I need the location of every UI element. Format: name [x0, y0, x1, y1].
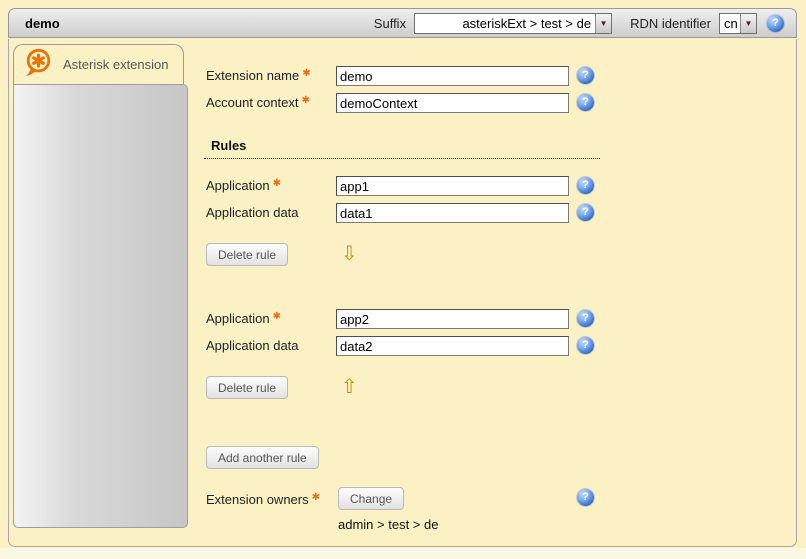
help-icon[interactable]: ?: [577, 94, 594, 111]
move-up-icon[interactable]: ⇧: [341, 376, 358, 396]
extension-owners-value: admin > test > de: [338, 517, 438, 532]
extension-name-input[interactable]: [336, 66, 569, 86]
tab-asterisk-extension[interactable]: Asterisk extension: [13, 44, 184, 84]
delete-rule-button[interactable]: Delete rule: [206, 243, 288, 266]
page-title: demo: [25, 16, 60, 31]
application-input[interactable]: [336, 176, 569, 196]
extension-owners-label: Extension owners✱: [206, 492, 320, 507]
title-bar-controls: Suffix asteriskExt > test > de ▼ RDN ide…: [374, 13, 784, 34]
change-owners-button[interactable]: Change: [338, 487, 404, 510]
application-label: Application✱: [206, 311, 281, 326]
help-icon[interactable]: ?: [577, 67, 594, 84]
extension-name-label: Extension name✱: [206, 68, 311, 83]
chevron-down-icon[interactable]: ▼: [595, 14, 611, 33]
help-icon[interactable]: ?: [577, 310, 594, 327]
delete-rule-button[interactable]: Delete rule: [206, 376, 288, 399]
required-marker-icon: ✱: [273, 178, 281, 189]
help-icon[interactable]: ?: [577, 177, 594, 194]
account-context-label: Account context✱: [206, 95, 310, 110]
tab-label: Asterisk extension: [63, 57, 169, 72]
account-context-label-text: Account context: [206, 95, 299, 110]
required-marker-icon: ✱: [273, 311, 281, 322]
help-icon[interactable]: ?: [577, 489, 594, 506]
add-another-rule-button[interactable]: Add another rule: [206, 446, 319, 469]
extension-owners-label-text: Extension owners: [206, 492, 309, 507]
title-bar: demo Suffix asteriskExt > test > de ▼ RD…: [8, 8, 797, 38]
page-bottom-margin: [0, 548, 806, 559]
required-marker-icon: ✱: [302, 68, 310, 79]
account-context-input[interactable]: [336, 93, 569, 113]
help-icon[interactable]: ?: [577, 337, 594, 354]
application-data-label: Application data: [206, 205, 299, 220]
rdn-identifier-select[interactable]: cn ▼: [719, 13, 757, 34]
application-data-input[interactable]: [336, 203, 569, 223]
application-data-label: Application data: [206, 338, 299, 353]
sidebar-panel: [13, 84, 188, 528]
extension-name-label-text: Extension name: [206, 68, 299, 83]
move-down-icon[interactable]: ⇩: [341, 243, 358, 263]
suffix-select-value: asteriskExt > test > de: [415, 16, 595, 31]
application-label-text: Application: [206, 178, 270, 193]
asterisk-logo-icon: [23, 47, 53, 82]
chevron-down-icon[interactable]: ▼: [740, 14, 756, 33]
application-data-input[interactable]: [336, 336, 569, 356]
rdn-identifier-label: RDN identifier: [630, 16, 711, 31]
account-edit-panel: Asterisk extension Extension name✱ ? Acc…: [8, 39, 797, 547]
help-icon[interactable]: ?: [767, 15, 784, 32]
application-input[interactable]: [336, 309, 569, 329]
help-icon[interactable]: ?: [577, 204, 594, 221]
required-marker-icon: ✱: [312, 492, 320, 503]
rules-section-heading: Rules: [204, 138, 600, 159]
suffix-label: Suffix: [374, 16, 406, 31]
application-label-text: Application: [206, 311, 270, 326]
rdn-select-value: cn: [720, 16, 740, 31]
required-marker-icon: ✱: [302, 95, 310, 106]
application-label: Application✱: [206, 178, 281, 193]
suffix-select[interactable]: asteriskExt > test > de ▼: [414, 13, 612, 34]
